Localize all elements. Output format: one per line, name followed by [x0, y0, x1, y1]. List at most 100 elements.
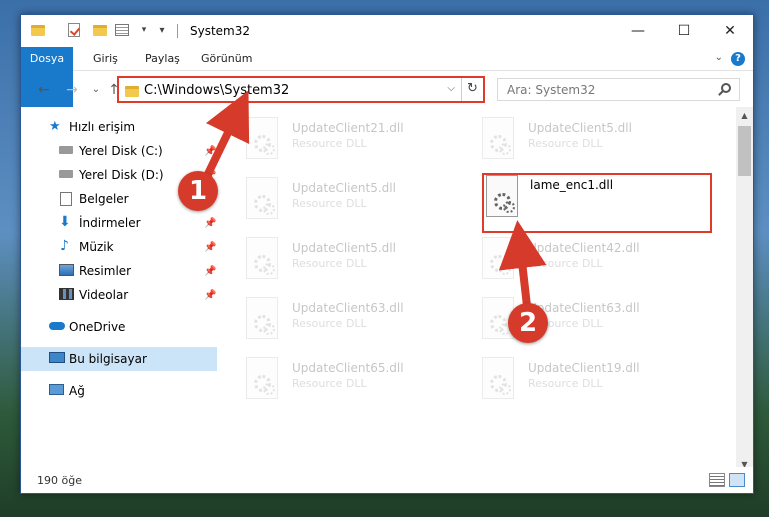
search-input[interactable]: Ara: System32	[507, 83, 595, 97]
file-name: UpdateClient42.dll	[528, 241, 640, 255]
computer-icon	[49, 352, 65, 363]
vertical-scrollbar[interactable]: ▲ ▼	[736, 107, 753, 473]
navigation-pane: ★ Hızlı erişim Yerel Disk (C:) 📌 Yerel D…	[21, 107, 217, 465]
file-name: UpdateClient5.dll	[528, 121, 632, 135]
file-name: UpdateClient21.dll	[292, 121, 404, 135]
dll-file-icon	[482, 117, 514, 159]
tab-view[interactable]: Görünüm	[191, 47, 262, 71]
scrollbar-thumb[interactable]	[738, 126, 751, 176]
nav-item-music[interactable]: ♪ Müzik 📌	[21, 235, 217, 259]
close-button[interactable]: ✕	[707, 15, 753, 47]
customize-toolbar-icon[interactable]: ▾	[153, 21, 171, 39]
file-item[interactable]: UpdateClient5.dll Resource DLL	[474, 111, 704, 171]
download-icon: ⬇	[59, 214, 71, 230]
file-type: Resource DLL	[292, 257, 367, 270]
nav-item-downloads[interactable]: ⬇ İndirmeler 📌	[21, 211, 217, 235]
nav-item-videos[interactable]: Videolar 📌	[21, 283, 217, 307]
file-name: UpdateClient5.dll	[292, 241, 396, 255]
address-bar[interactable]: C:\Windows\System32 ⌵ ↻	[117, 76, 485, 103]
nav-item-label: Ağ	[69, 384, 85, 398]
nav-item-label: Videolar	[79, 288, 129, 302]
pin-icon[interactable]: 📌	[204, 266, 216, 277]
onedrive-icon	[49, 322, 65, 330]
minimize-button[interactable]: —	[615, 15, 661, 47]
file-item[interactable]: UpdateClient65.dll Resource DLL	[238, 351, 468, 411]
nav-item-network[interactable]: Ağ	[21, 379, 217, 403]
recent-locations-button[interactable]: ⌄	[87, 81, 105, 99]
file-item-lame-enc1[interactable]: lame_enc1.dll	[482, 173, 712, 233]
file-type: Resource DLL	[292, 137, 367, 150]
details-view-icon[interactable]	[709, 473, 725, 487]
pin-icon[interactable]: 📌	[204, 146, 216, 157]
nav-item-label: Müzik	[79, 240, 114, 254]
drive-icon	[59, 146, 73, 154]
file-type: Resource DLL	[528, 137, 603, 150]
file-name: UpdateClient5.dll	[292, 181, 396, 195]
documents-icon	[60, 192, 72, 206]
nav-item-onedrive[interactable]: OneDrive	[21, 315, 217, 339]
nav-item-label: OneDrive	[69, 320, 126, 334]
file-item[interactable]: UpdateClient42.dll Resource DLL	[474, 231, 704, 291]
file-type: Resource DLL	[292, 377, 367, 390]
address-dropdown-icon[interactable]: ⌵	[447, 83, 455, 94]
file-name: lame_enc1.dll	[530, 178, 614, 192]
folder-icon	[125, 86, 139, 97]
file-item[interactable]: UpdateClient5.dll Resource DLL	[238, 231, 468, 291]
dll-file-icon	[246, 297, 278, 339]
nav-item-label: Bu bilgisayar	[69, 352, 147, 366]
callout-step-2: 2	[508, 303, 548, 343]
file-name: UpdateClient63.dll	[292, 301, 404, 315]
file-item[interactable]: UpdateClient63.dll Resource DLL	[238, 291, 468, 351]
file-name: UpdateClient65.dll	[292, 361, 404, 375]
nav-item-label: Yerel Disk (C:)	[79, 144, 163, 158]
nav-item-pictures[interactable]: Resimler 📌	[21, 259, 217, 283]
file-type: Resource DLL	[292, 317, 367, 330]
nav-item-label: Resimler	[79, 264, 132, 278]
dll-file-icon	[246, 177, 278, 219]
file-type: Resource DLL	[528, 377, 603, 390]
tab-home[interactable]: Giriş	[83, 47, 128, 71]
dll-file-icon	[486, 175, 518, 217]
refresh-button[interactable]: ↻	[461, 78, 483, 101]
help-icon[interactable]: ?	[731, 52, 745, 66]
new-folder-icon[interactable]	[91, 21, 109, 39]
file-list: UpdateClient21.dll Resource DLL UpdateCl…	[218, 107, 736, 465]
nav-item-quick-access[interactable]: ★ Hızlı erişim	[21, 115, 217, 139]
forward-button[interactable]: →	[63, 81, 81, 99]
dll-file-icon	[246, 237, 278, 279]
tab-share[interactable]: Paylaş	[135, 47, 190, 71]
back-button[interactable]: ←	[35, 81, 53, 99]
network-icon	[49, 384, 64, 395]
music-icon: ♪	[60, 238, 69, 254]
file-name: UpdateClient19.dll	[528, 361, 640, 375]
dll-file-icon	[482, 357, 514, 399]
large-icons-view-icon[interactable]	[729, 473, 745, 487]
nav-item-drive-c[interactable]: Yerel Disk (C:) 📌	[21, 139, 217, 163]
chevron-down-icon[interactable]: ▾	[135, 21, 153, 39]
pin-icon[interactable]: 📌	[204, 290, 216, 301]
item-count: 190 öğe	[37, 474, 82, 487]
file-item[interactable]: UpdateClient5.dll Resource DLL	[238, 171, 468, 231]
scroll-up-icon[interactable]: ▲	[736, 107, 753, 124]
folder-icon[interactable]	[29, 21, 47, 39]
videos-icon	[59, 288, 74, 300]
nav-item-label: Hızlı erişim	[69, 120, 136, 134]
status-bar: 190 öğe	[21, 467, 753, 493]
ribbon: Dosya Giriş Paylaş Görünüm ⌄ ?	[21, 47, 753, 107]
properties-check-icon[interactable]	[65, 21, 83, 39]
pin-icon[interactable]: 📌	[204, 242, 216, 253]
nav-item-label: İndirmeler	[79, 216, 141, 230]
search-icon[interactable]	[721, 83, 731, 93]
nav-item-label: Belgeler	[79, 192, 129, 206]
search-box[interactable]: Ara: System32	[497, 78, 740, 101]
pin-icon[interactable]: 📌	[204, 218, 216, 229]
maximize-button[interactable]: ☐	[661, 15, 707, 47]
dll-file-icon	[246, 357, 278, 399]
expand-ribbon-icon[interactable]: ⌄	[715, 52, 723, 63]
star-icon: ★	[49, 119, 61, 134]
nav-item-this-pc[interactable]: Bu bilgisayar	[21, 347, 217, 371]
file-item[interactable]: UpdateClient19.dll Resource DLL	[474, 351, 704, 411]
file-item[interactable]: UpdateClient21.dll Resource DLL	[238, 111, 468, 171]
pictures-icon	[59, 264, 74, 276]
quick-access-toolbar-icon[interactable]	[113, 21, 131, 39]
